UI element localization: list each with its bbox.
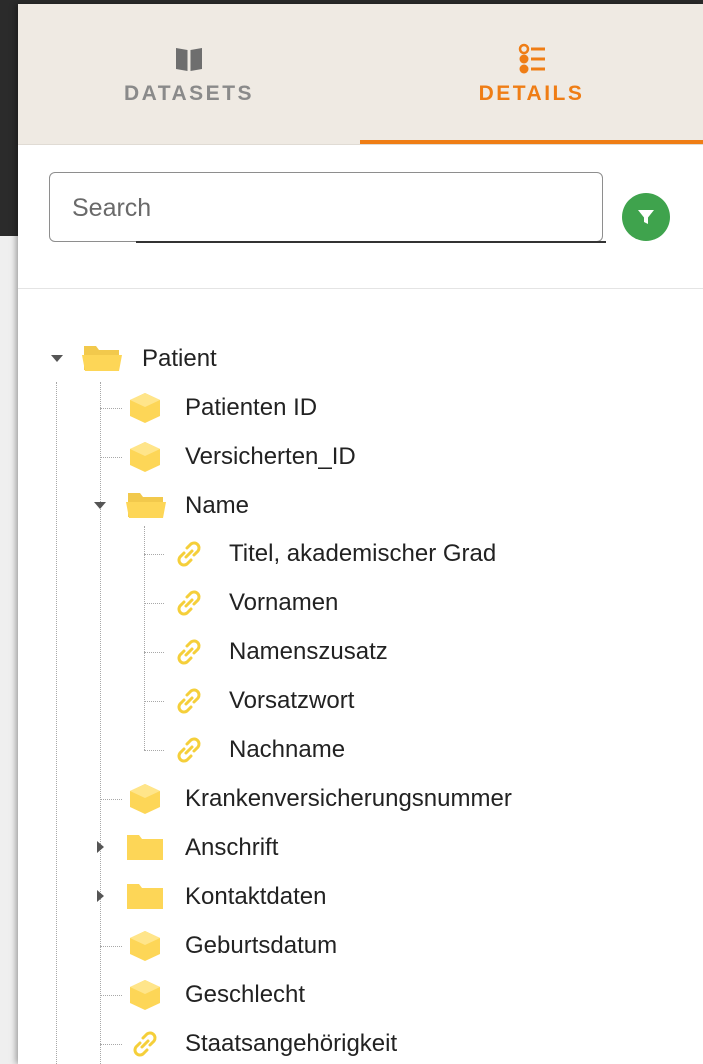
tree-node-label: Kontaktdaten: [185, 883, 327, 910]
cube-icon: [130, 393, 160, 423]
folder-open-icon: [126, 493, 166, 518]
tree-node-name[interactable]: Name: [18, 483, 703, 527]
folder-open-icon: [82, 346, 122, 371]
tree-node-label: Vornamen: [229, 589, 339, 616]
tree-node-link[interactable]: Staatsangehörigkeit: [18, 1021, 703, 1064]
tree-node-field[interactable]: Geschlecht: [18, 972, 703, 1016]
tree-node-label: Krankenversicherungsnummer: [185, 785, 512, 812]
cube-icon: [130, 931, 160, 961]
caret-down-icon[interactable]: [93, 499, 107, 513]
link-icon: [177, 737, 201, 763]
tree-node-field[interactable]: Geburtsdatum: [18, 923, 703, 967]
details-panel: DATASETS DETAILS Search Patient Patiente…: [18, 4, 703, 1064]
cube-icon: [130, 784, 160, 814]
tree-node-label: Geburtsdatum: [185, 932, 338, 959]
caret-right-icon[interactable]: [94, 889, 108, 903]
caret-down-icon[interactable]: [50, 352, 64, 366]
tree-node-label: Nachname: [229, 736, 346, 763]
tree-node-link[interactable]: Nachname: [18, 727, 703, 771]
tree-node-field[interactable]: Krankenversicherungsnummer: [18, 776, 703, 820]
tree-node-label: Name: [185, 492, 250, 519]
tree-node-anschrift[interactable]: Anschrift: [18, 825, 703, 869]
tree-node-field[interactable]: Patienten ID: [18, 385, 703, 429]
tree-node-label: Vorsatzwort: [229, 687, 355, 714]
caret-right-icon[interactable]: [94, 840, 108, 854]
tree-node-link[interactable]: Vorsatzwort: [18, 678, 703, 722]
tree-node-label: Versicherten_ID: [185, 443, 356, 470]
tree-node-label: Geschlecht: [185, 981, 306, 1008]
tree-node-label: Titel, akademischer Grad: [229, 540, 497, 567]
tree-node-patient[interactable]: Patient: [18, 336, 703, 380]
tree-node-link[interactable]: Titel, akademischer Grad: [18, 531, 703, 575]
tree-node-label: Anschrift: [185, 834, 279, 861]
link-icon: [177, 541, 201, 567]
tree-node-label: Staatsangehörigkeit: [185, 1030, 398, 1057]
tree-node-label: Patienten ID: [185, 394, 318, 421]
link-icon: [177, 590, 201, 616]
folder-icon: [127, 835, 163, 860]
link-icon: [177, 639, 201, 665]
link-icon: [133, 1031, 157, 1057]
tree-node-link[interactable]: Vornamen: [18, 580, 703, 624]
link-icon: [177, 688, 201, 714]
tree-node-kontaktdaten[interactable]: Kontaktdaten: [18, 874, 703, 918]
cube-icon: [130, 442, 160, 472]
folder-icon: [127, 884, 163, 909]
tree-view: Patient Patienten ID Versicherten_ID Nam…: [18, 4, 703, 1064]
tree-node-label: Patient: [142, 345, 217, 372]
tree-node-link[interactable]: Namenszusatz: [18, 629, 703, 673]
tree-node-label: Namenszusatz: [229, 638, 388, 665]
tree-node-field[interactable]: Versicherten_ID: [18, 434, 703, 478]
cube-icon: [130, 980, 160, 1010]
